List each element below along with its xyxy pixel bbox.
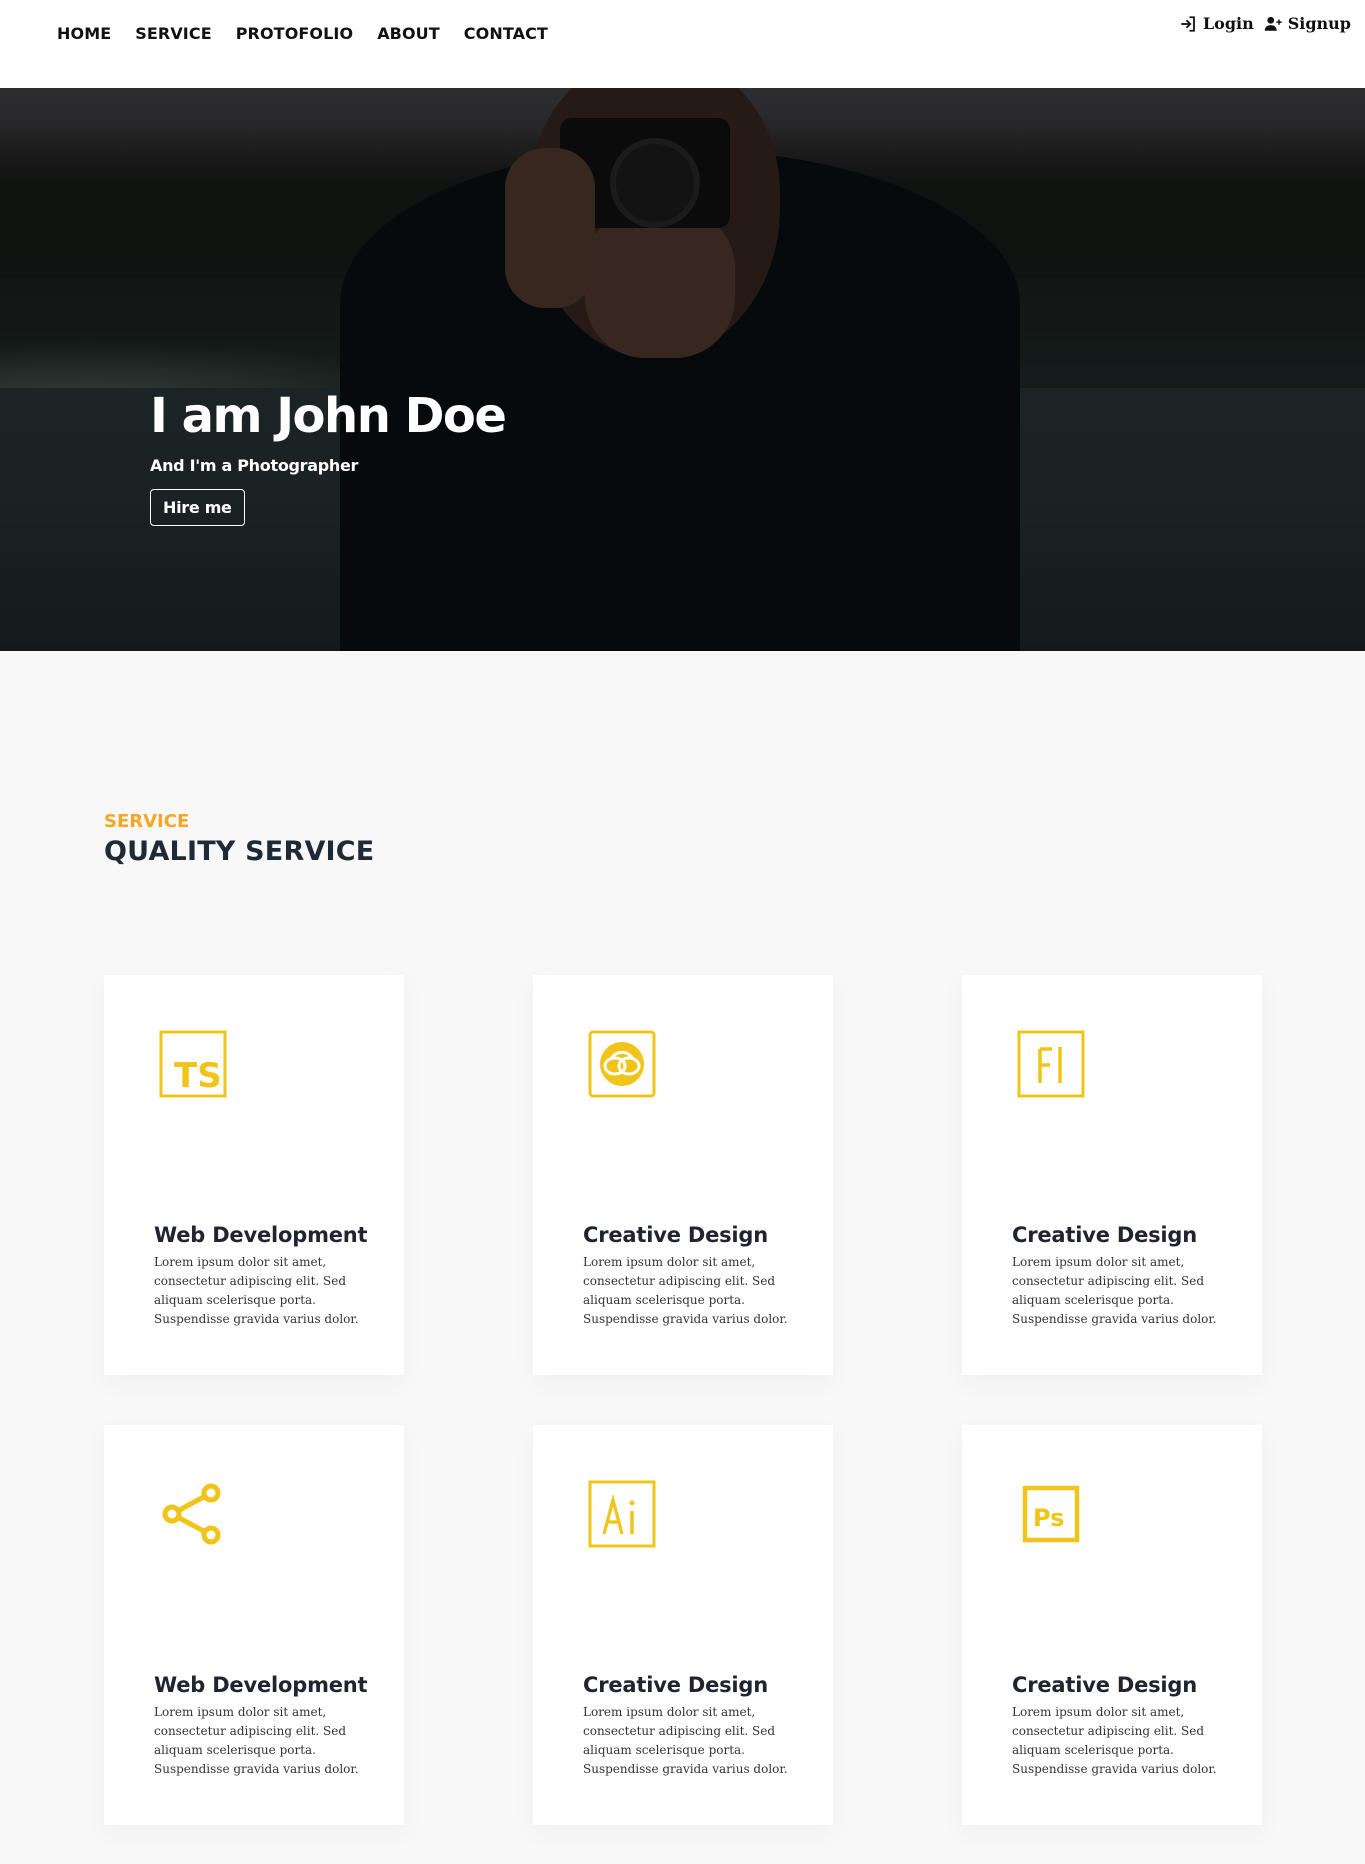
card-title: Creative Design <box>1012 1673 1198 1697</box>
card-title: Web Development <box>154 1673 368 1697</box>
hero-title: I am John Doe <box>150 388 507 444</box>
card-text: Lorem ipsum dolor sit amet, consectetur … <box>583 1705 788 1776</box>
hero-overlay <box>0 88 1365 651</box>
service-cards: TS Web Development Lorem ipsum dolor sit… <box>104 975 1262 1825</box>
card-title: Web Development <box>154 1223 368 1247</box>
card-body: Creative Design Lorem ipsum dolor sit am… <box>1012 1673 1232 1779</box>
services-heading: SERVICE QUALITY SERVICE <box>104 811 374 867</box>
card-title: Creative Design <box>583 1223 769 1247</box>
service-card: Creative Design Lorem ipsum dolor sit am… <box>962 975 1262 1375</box>
auth-links: Login Signup <box>1179 14 1351 33</box>
svg-text:Ps: Ps <box>1033 1504 1064 1532</box>
nav-portfolio[interactable]: PROTOFOLIO <box>236 24 353 43</box>
flash-icon <box>1016 1029 1086 1099</box>
card-title: Creative Design <box>583 1673 769 1697</box>
photoshop-icon: Ps <box>1016 1479 1086 1549</box>
card-body: Web Development Lorem ipsum dolor sit am… <box>154 1223 374 1329</box>
card-title: Creative Design <box>1012 1223 1198 1247</box>
card-text: Lorem ipsum dolor sit amet, consectetur … <box>154 1705 359 1776</box>
navbar: HOME SERVICE PROTOFOLIO ABOUT CONTACT Lo… <box>0 0 1365 88</box>
card-body: Web Development Lorem ipsum dolor sit am… <box>154 1673 374 1779</box>
illustrator-icon <box>587 1479 657 1549</box>
nav-about[interactable]: ABOUT <box>377 24 440 43</box>
creative-cloud-icon <box>587 1029 657 1099</box>
login-label: Login <box>1202 14 1254 33</box>
service-card: Web Development Lorem ipsum dolor sit am… <box>104 1425 404 1825</box>
hero-section: I am John Doe And I'm a Photographer Hir… <box>0 88 1365 651</box>
card-text: Lorem ipsum dolor sit amet, consectetur … <box>1012 1705 1217 1776</box>
service-card: Creative Design Lorem ipsum dolor sit am… <box>533 975 833 1375</box>
signup-label: Signup <box>1287 14 1351 33</box>
card-body: Creative Design Lorem ipsum dolor sit am… <box>583 1673 803 1779</box>
service-card: TS Web Development Lorem ipsum dolor sit… <box>104 975 404 1375</box>
login-icon <box>1181 15 1195 32</box>
user-plus-icon <box>1264 16 1282 31</box>
login-link[interactable]: Login <box>1179 14 1254 33</box>
hero-content: I am John Doe And I'm a Photographer Hir… <box>150 388 507 526</box>
share-icon <box>158 1479 228 1549</box>
signup-link[interactable]: Signup <box>1264 14 1351 33</box>
service-card: Ps Creative Design Lorem ipsum dolor sit… <box>962 1425 1262 1825</box>
section-title: QUALITY SERVICE <box>104 836 375 867</box>
typescript-icon: TS <box>158 1029 228 1099</box>
nav-home[interactable]: HOME <box>57 24 111 43</box>
card-text: Lorem ipsum dolor sit amet, consectetur … <box>1012 1255 1217 1326</box>
main-nav: HOME SERVICE PROTOFOLIO ABOUT CONTACT <box>57 24 548 43</box>
svg-text:TS: TS <box>174 1056 222 1096</box>
card-body: Creative Design Lorem ipsum dolor sit am… <box>1012 1223 1232 1329</box>
card-text: Lorem ipsum dolor sit amet, consectetur … <box>154 1255 359 1326</box>
hero-subtitle: And I'm a Photographer <box>150 456 359 475</box>
section-kicker: SERVICE <box>104 811 190 832</box>
nav-service[interactable]: SERVICE <box>135 24 211 43</box>
hire-me-button[interactable]: Hire me <box>150 489 245 526</box>
card-text: Lorem ipsum dolor sit amet, consectetur … <box>583 1255 788 1326</box>
card-body: Creative Design Lorem ipsum dolor sit am… <box>583 1223 803 1329</box>
service-card: Creative Design Lorem ipsum dolor sit am… <box>533 1425 833 1825</box>
nav-contact[interactable]: CONTACT <box>464 24 548 43</box>
